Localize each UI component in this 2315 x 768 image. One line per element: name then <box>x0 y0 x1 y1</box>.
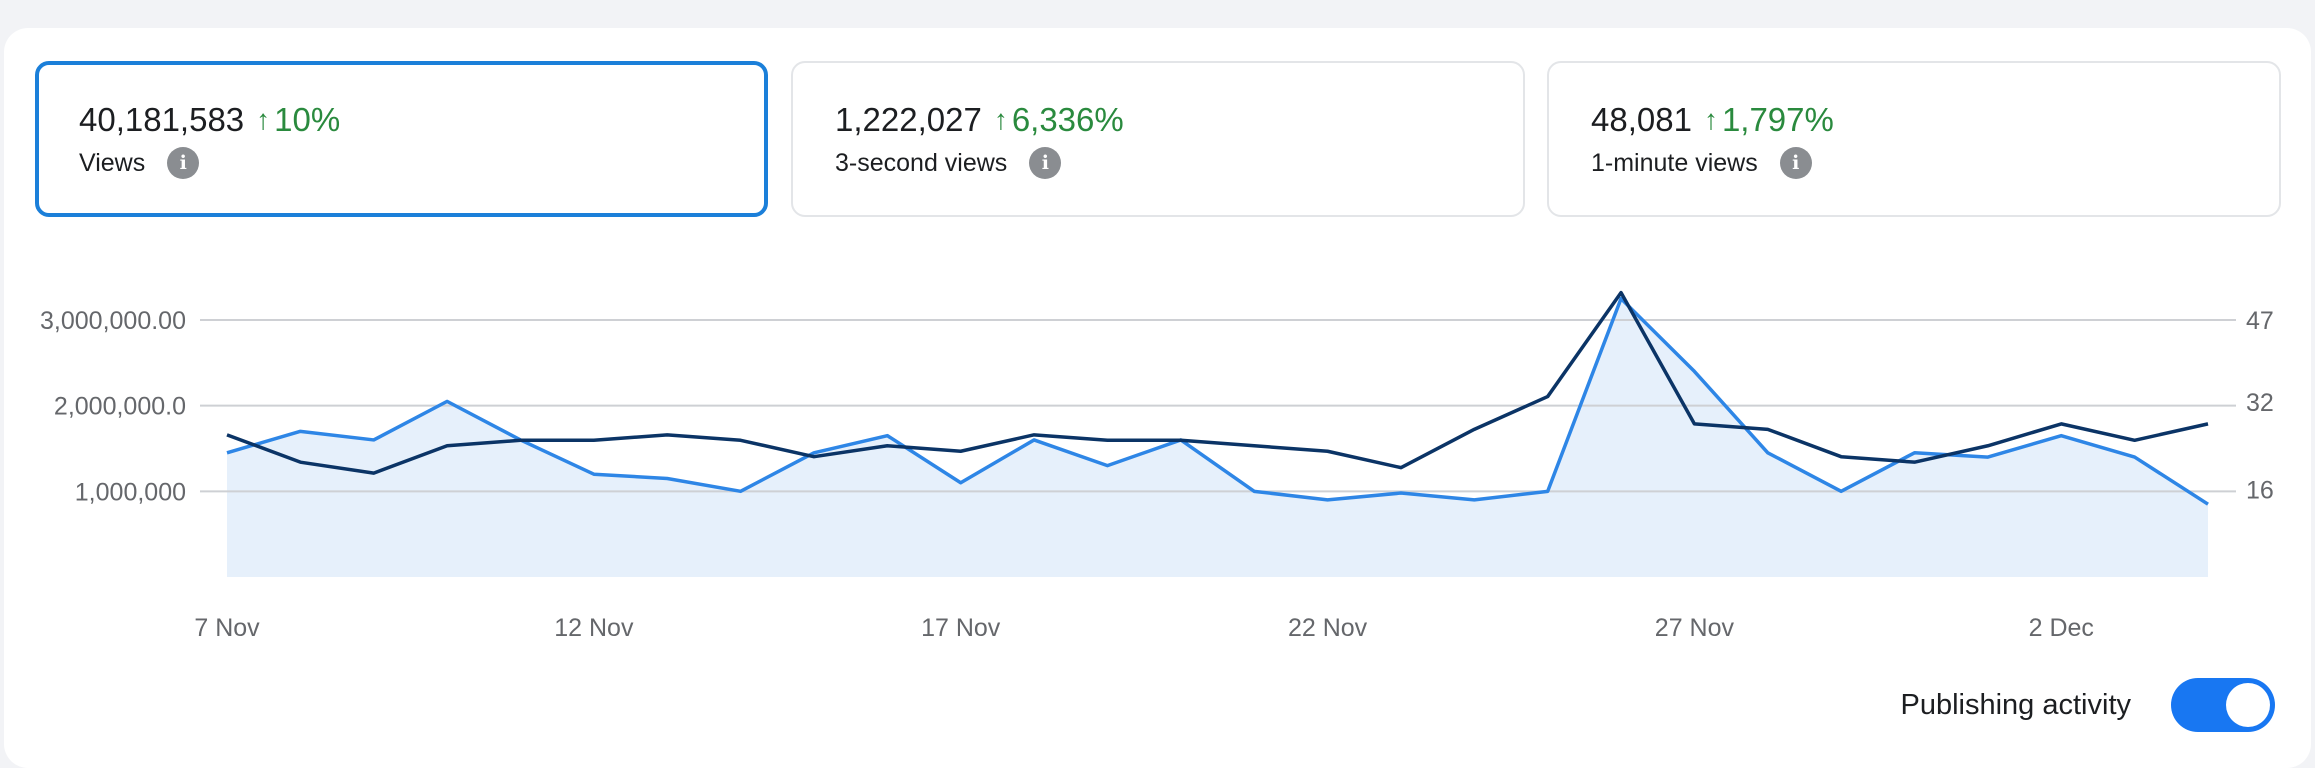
y-left-tick-label: 3,000,000.00 <box>40 307 186 335</box>
y-left-tick-label: 1,000,000 <box>75 478 186 506</box>
y-right-tick-label: 16 <box>2246 477 2274 505</box>
x-tick-label: 27 Nov <box>1655 614 1735 642</box>
x-tick-label: 7 Nov <box>194 614 260 642</box>
views-line-chart: 1,000,000 16 2,000,000.0 32 3,000,000.00 47 7 … <box>40 290 2274 642</box>
y-right-tick-label: 32 <box>2246 389 2274 417</box>
y-right-tick-label: 47 <box>2246 307 2274 335</box>
y-left-tick-label: 2,000,000.0 <box>54 393 186 421</box>
x-tick-label: 2 Dec <box>2029 614 2094 642</box>
x-tick-label: 22 Nov <box>1288 614 1368 642</box>
x-tick-label: 12 Nov <box>554 614 634 642</box>
views-area-fill <box>227 298 2208 577</box>
x-tick-label: 17 Nov <box>921 614 1001 642</box>
